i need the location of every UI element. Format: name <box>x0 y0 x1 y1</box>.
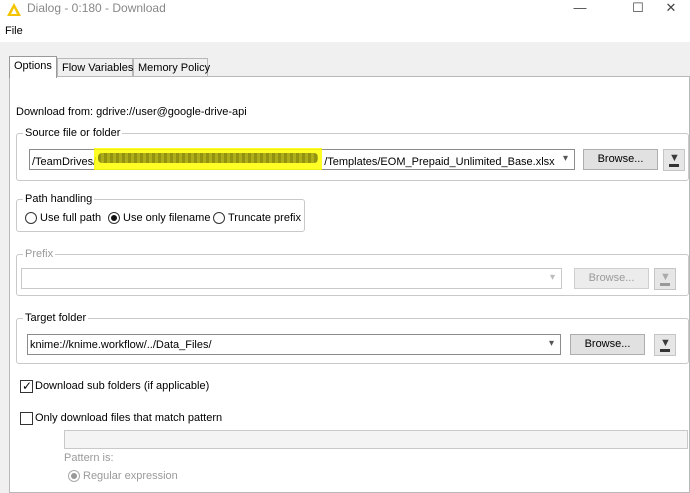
target-folder-combo[interactable]: knime://knime.workflow/../Data_Files/ ▾ <box>27 334 561 355</box>
flow-variable-icon[interactable]: ▼ <box>654 268 676 290</box>
prefix-browse-button[interactable]: Browse... <box>574 268 649 289</box>
redaction-blur <box>98 153 319 163</box>
radio-use-only-filename[interactable] <box>108 212 120 224</box>
chevron-down-icon[interactable]: ▾ <box>549 338 554 349</box>
title-bar: Dialog - 0:180 - Download — ☐ ✕ <box>0 0 690 20</box>
pattern-is-label: Pattern is: <box>64 452 114 464</box>
target-group: Target folder knime://knime.workflow/../… <box>16 312 689 364</box>
chevron-down-icon[interactable]: ▾ <box>563 153 568 164</box>
source-browse-button[interactable]: Browse... <box>583 149 658 170</box>
radio-truncate-prefix[interactable] <box>213 212 225 224</box>
flow-variable-icon[interactable]: ▼ <box>663 149 685 171</box>
only-matching-label[interactable]: Only download files that match pattern <box>35 412 222 424</box>
source-group: Source file or folder /TeamDrives/ /Templ… <box>16 127 689 181</box>
tab-flow-variables[interactable]: Flow Variables <box>57 58 133 77</box>
target-folder-value: knime://knime.workflow/../Data_Files/ <box>30 339 212 351</box>
target-title: Target folder <box>23 312 89 324</box>
chevron-down-icon[interactable]: ▾ <box>550 272 555 283</box>
regular-expression-label[interactable]: Regular expression <box>83 470 178 482</box>
radio-regular-expression[interactable] <box>68 470 80 482</box>
use-full-path-label[interactable]: Use full path <box>40 212 101 224</box>
source-path-combo[interactable]: /TeamDrives/ /Templates/EOM_Prepaid_Unlim… <box>29 148 575 170</box>
knime-app-icon <box>7 3 21 16</box>
only-matching-checkbox[interactable] <box>20 412 33 425</box>
checkmark-icon: ✓ <box>22 379 33 393</box>
download-from-label: Download from: gdrive://user@google-driv… <box>16 106 247 118</box>
source-path-suffix: /Templates/EOM_Prepaid_Unlimited_Base.xl… <box>324 156 555 168</box>
options-panel: Download from: gdrive://user@google-driv… <box>9 76 690 493</box>
flow-variable-icon[interactable]: ▼ <box>654 334 676 356</box>
menu-file[interactable]: File <box>5 25 23 37</box>
download-sub-folders-checkbox[interactable]: ✓ <box>20 379 33 393</box>
download-sub-folders-label[interactable]: Download sub folders (if applicable) <box>35 380 209 392</box>
close-button[interactable]: ✕ <box>648 0 690 18</box>
pattern-input[interactable] <box>64 430 688 449</box>
tab-memory-policy[interactable]: Memory Policy <box>133 58 210 77</box>
tab-options[interactable]: Options <box>9 56 57 78</box>
menu-bar: File <box>0 20 690 42</box>
source-group-title: Source file or folder <box>23 127 123 139</box>
path-handling-title: Path handling <box>23 193 95 205</box>
prefix-combo[interactable]: ▾ <box>21 268 562 289</box>
truncate-prefix-label[interactable]: Truncate prefix <box>228 212 301 224</box>
path-handling-group: Path handling Use full path Use only fil… <box>16 193 305 232</box>
minimize-button[interactable]: — <box>557 0 603 18</box>
use-only-filename-label[interactable]: Use only filename <box>123 212 210 224</box>
redacted-path <box>94 148 324 170</box>
target-browse-button[interactable]: Browse... <box>570 334 645 355</box>
prefix-group: Prefix ▾ Browse... ▼ <box>16 248 689 296</box>
source-path-prefix: /TeamDrives/ <box>32 156 97 168</box>
source-path-value: /TeamDrives/ /Templates/EOM_Prepaid_Unlim… <box>32 148 555 170</box>
window-title: Dialog - 0:180 - Download <box>27 1 166 15</box>
prefix-title: Prefix <box>23 248 56 260</box>
radio-use-full-path[interactable] <box>25 212 37 224</box>
